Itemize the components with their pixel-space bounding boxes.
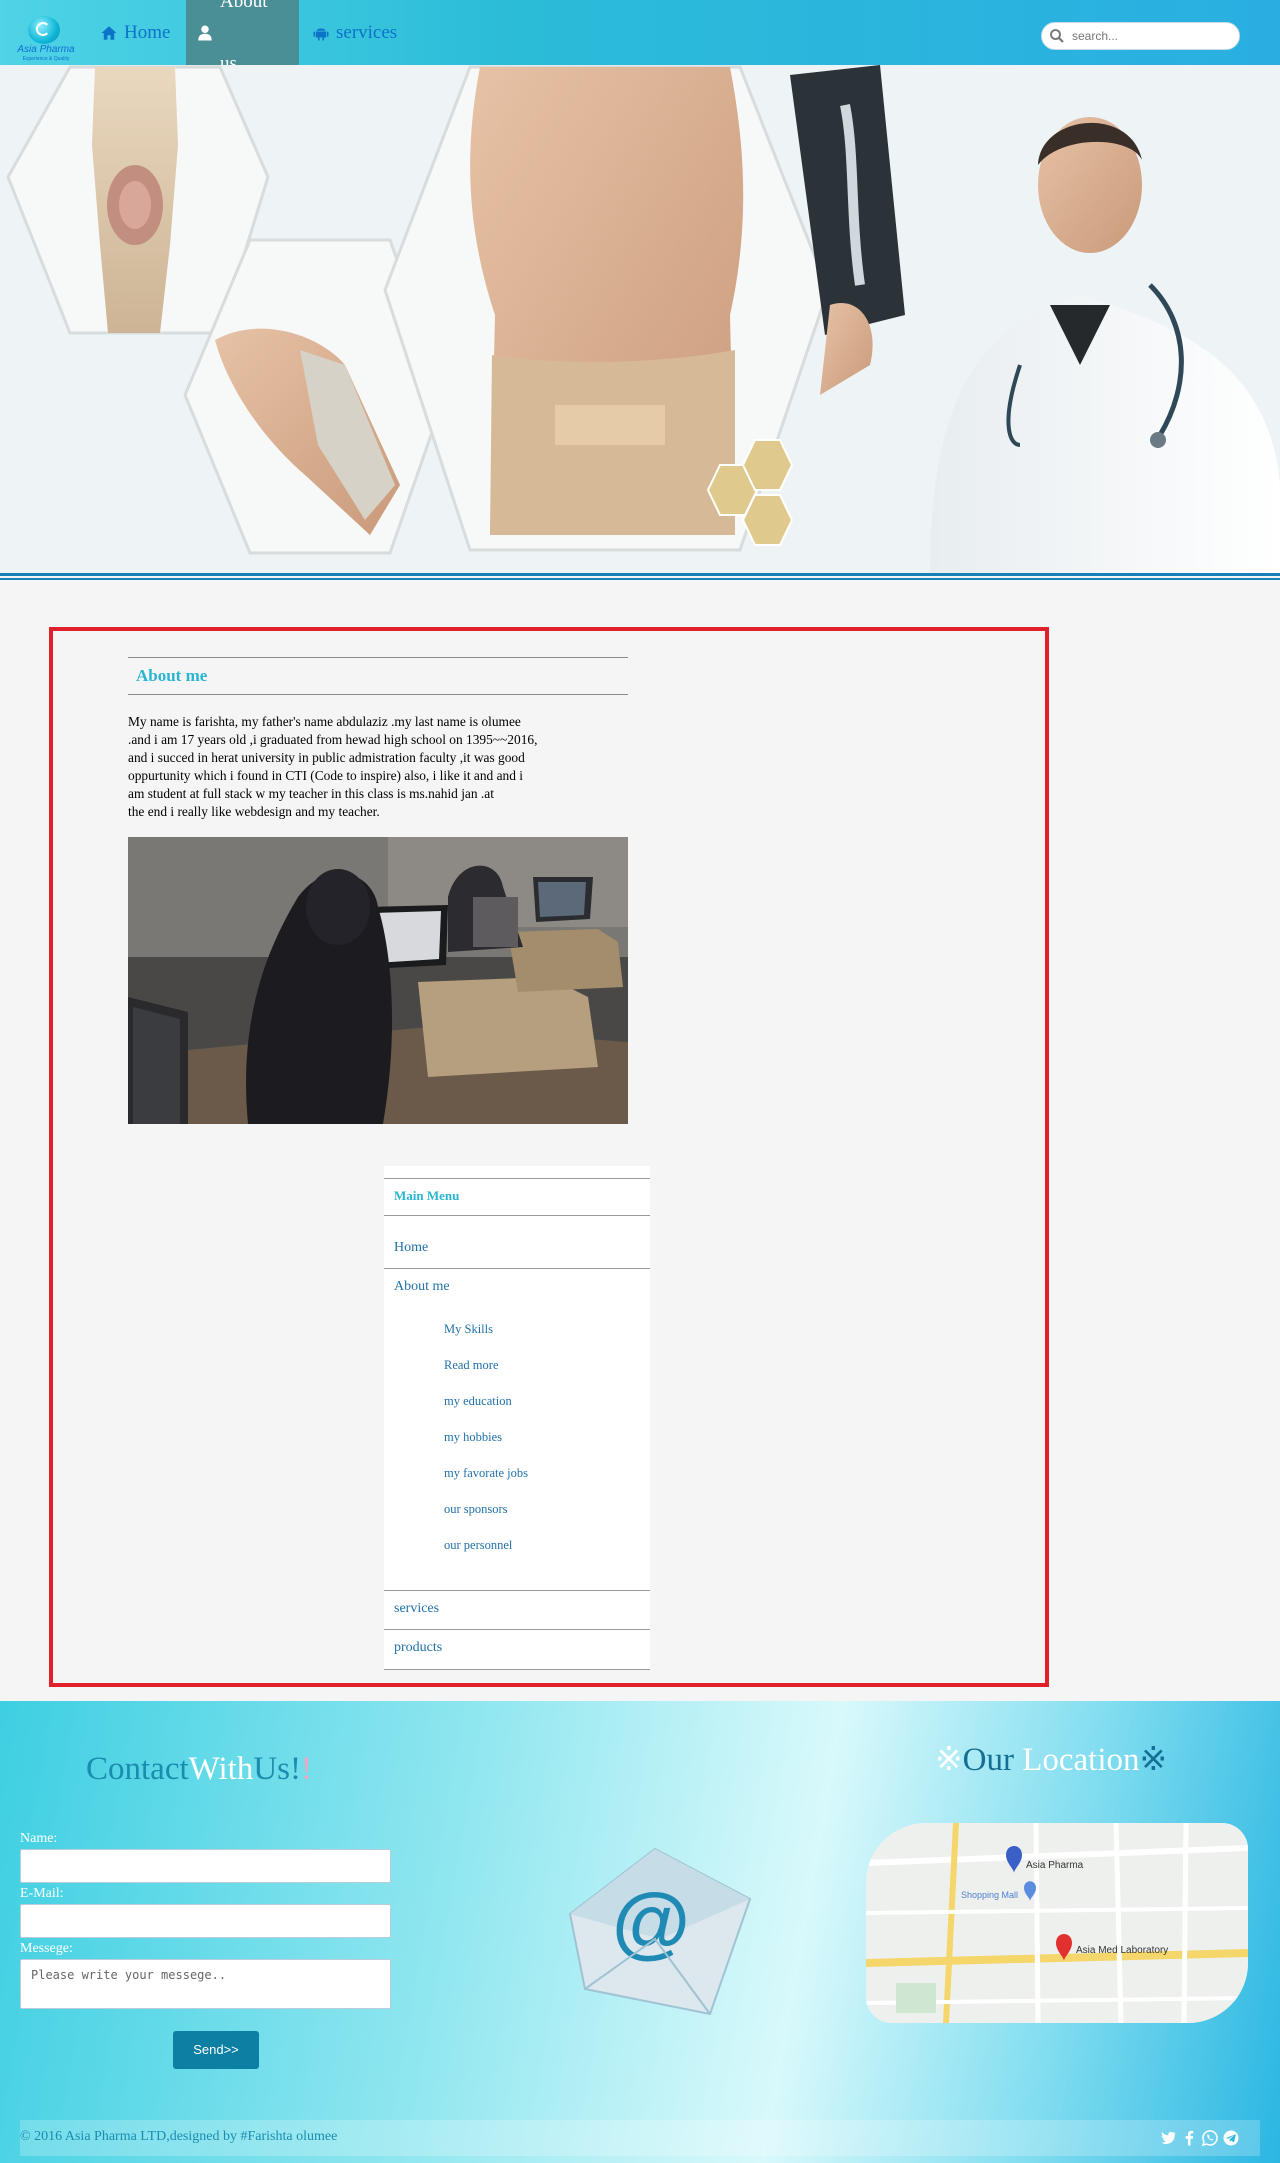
location-map[interactable]: Asia Pharma Shopping Mall Asia Med Labor… [866,1823,1248,2023]
submenu-my-education[interactable]: my education [444,1394,512,1409]
home-icon [101,25,117,40]
submenu-our-personnel[interactable]: our personnel [444,1538,512,1553]
map-label: Asia Med Laboratory [1076,1945,1168,1956]
location-title-part: ※ [935,1742,963,1778]
menu-item-products-label: products [394,1640,443,1655]
search-box[interactable] [1041,22,1240,50]
name-label: Name: [20,1831,58,1846]
submenu-my-skills[interactable]: My Skills [444,1322,493,1337]
about-paragraph: My name is farishta, my father's name ab… [128,714,538,819]
main-menu: Main Menu Home About me My Skills Read m… [384,1166,650,1670]
menu-divider [384,1268,650,1269]
main-menu-title-bar: Main Menu [384,1178,650,1216]
android-icon [313,28,329,40]
facebook-icon[interactable] [1180,2129,1198,2147]
hero-divider [0,573,1280,581]
classroom-illustration [128,837,628,1124]
copyright-bar: © 2016 Asia Pharma LTD,designed by #Fari… [20,2120,1260,2156]
menu-item-home-label: Home [394,1240,429,1255]
nav-home-label: Home [124,21,171,43]
menu-divider [384,1669,650,1670]
main-menu-title: Main Menu [394,1188,460,1203]
email-label: E-Mail: [20,1886,64,1901]
classroom-photo [128,837,628,1124]
send-button[interactable]: Send>> [173,2031,259,2069]
search-icon [1050,29,1064,43]
social-links [1159,2129,1240,2147]
message-field[interactable]: Please write your messege.. [20,1959,391,2009]
search-input[interactable] [1070,28,1224,44]
logo[interactable]: Asia Pharma Experience & Quality [6,12,86,66]
top-navbar: Asia Pharma Experience & Quality Home Ab… [0,0,1280,74]
menu-item-about-me-label: About me [394,1279,450,1294]
twitter-icon[interactable] [1159,2129,1177,2147]
menu-item-services-label: services [394,1601,440,1616]
contact-title-part: With [188,1751,254,1787]
location-title-part: Our [962,1742,1014,1778]
nav-home[interactable]: Home [90,0,180,65]
whatsapp-icon[interactable] [1201,2129,1219,2147]
contact-title-part: ! [301,1751,312,1787]
logo-tagline: Experience & Quality [22,56,70,62]
name-field[interactable] [20,1849,391,1883]
svg-text:@: @ [612,1877,690,1966]
message-label: Messege: [20,1941,73,1956]
email-field[interactable] [20,1904,391,1938]
footer: ContactWithUs!! ※Our Location※ Name: E-M… [0,1701,1280,2163]
hero-banner [0,65,1280,575]
location-title: ※Our Location※ [935,1739,1167,1779]
nav-about-us[interactable]: About us [186,0,299,74]
telegram-icon[interactable] [1222,2129,1240,2147]
nav-services[interactable]: services [302,0,407,65]
location-title-part: ※ [1139,1742,1168,1778]
submenu-my-favorate-jobs[interactable]: my favorate jobs [444,1466,528,1481]
location-title-part: Location [1013,1742,1140,1778]
menu-divider [384,1629,650,1630]
copyright-text: © 2016 Asia Pharma LTD,designed by #Fari… [20,2129,338,2144]
map-label: Shopping Mall [961,1890,1018,1900]
user-icon [198,25,212,40]
email-envelope-icon: @ [568,1847,752,2016]
contact-title-part: Contact [86,1751,189,1787]
about-heading: About me [136,666,208,685]
logo-name: Asia Pharma [17,44,75,55]
map-illustration: Asia Pharma Shopping Mall Asia Med Labor… [866,1823,1248,2023]
submenu-my-hobbies[interactable]: my hobbies [444,1430,502,1445]
map-label: Asia Pharma [1026,1860,1084,1871]
about-heading-bar: About me [128,657,628,695]
hero-illustration [0,65,1280,575]
logo-icon [28,16,60,44]
submenu-our-sponsors[interactable]: our sponsors [444,1502,508,1517]
menu-divider [384,1590,650,1591]
nav-services-label: services [336,21,398,43]
contact-title-part: Us! [253,1751,301,1787]
submenu-read-more[interactable]: Read more [444,1358,499,1373]
contact-title: ContactWithUs!! [86,1751,312,1788]
